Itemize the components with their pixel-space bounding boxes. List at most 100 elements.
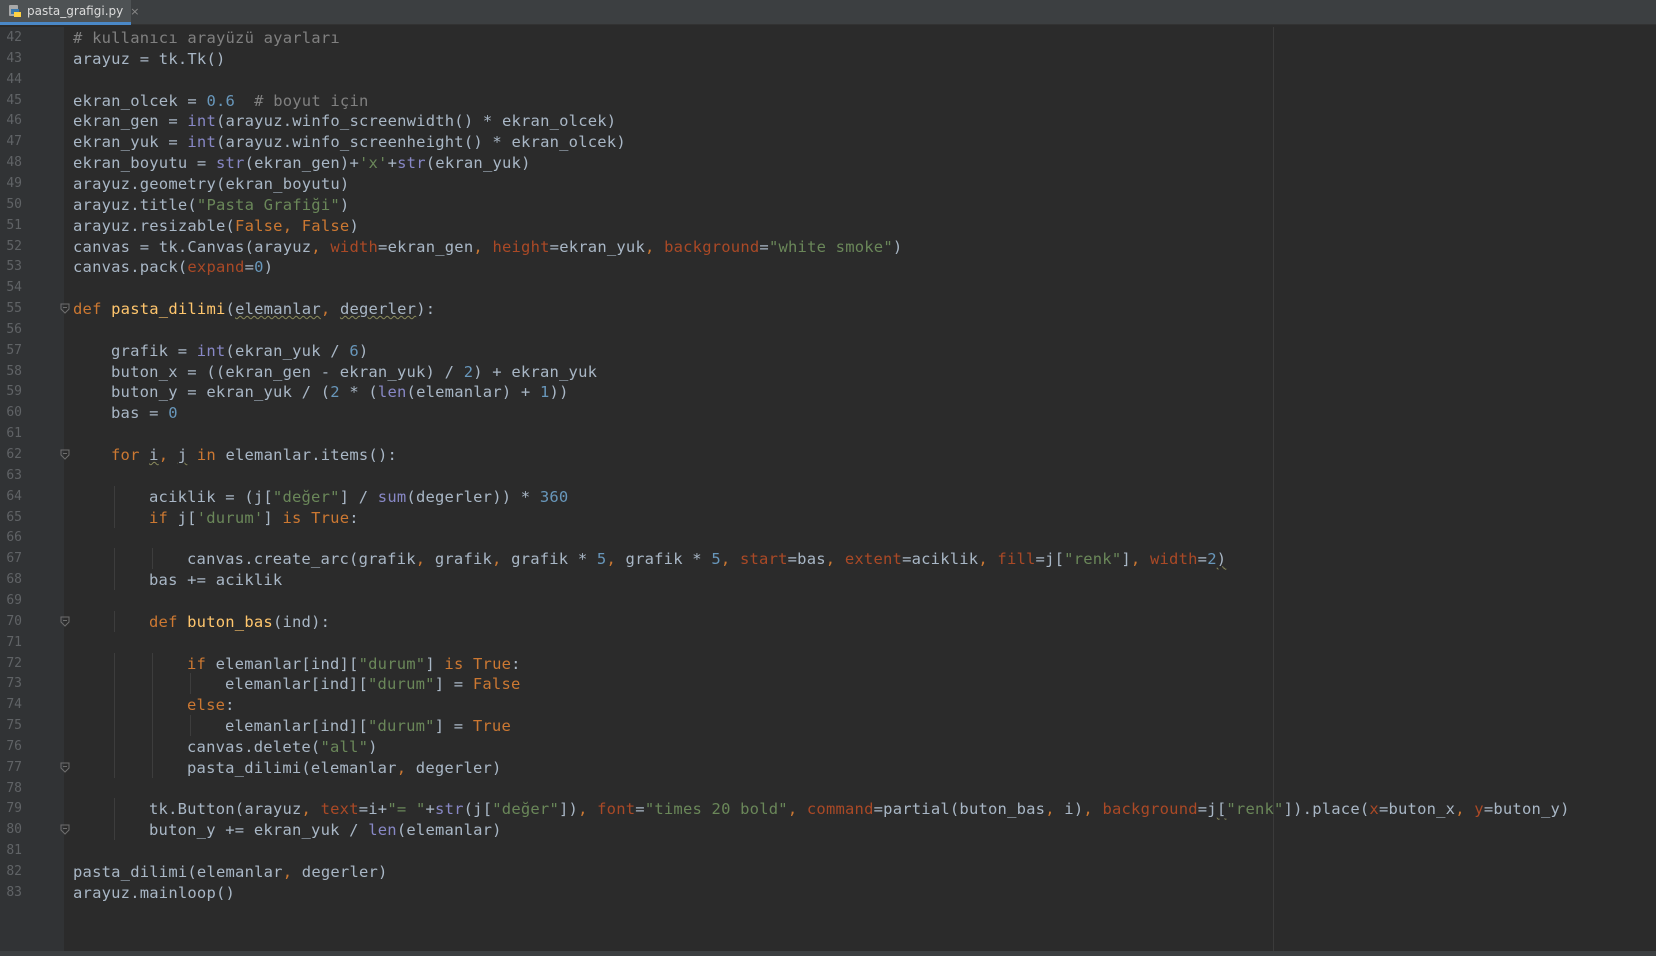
code-line[interactable]: 72 if elemanlar[ind]["durum"] is True: <box>0 652 1656 675</box>
code-token: 2 <box>330 383 340 402</box>
fold-marker-icon[interactable] <box>60 616 70 627</box>
line-number: 74 <box>6 697 22 713</box>
code-line[interactable]: 47 ekran_yuk = int(arayuz.winfo_screenhei… <box>0 131 1656 153</box>
fold-marker-icon[interactable] <box>60 762 70 773</box>
code-line[interactable]: 51 arayuz.resizable(False, False) <box>0 215 1656 237</box>
code-line[interactable]: 52 canvas = tk.Canvas(arayuz, width=ekran… <box>0 236 1656 258</box>
code-line[interactable]: 69 <box>0 590 1656 612</box>
code-line[interactable]: 56 <box>0 319 1656 341</box>
code-text: for i, j in elemanlar.items(): <box>111 444 397 466</box>
code-token: (elemanlar) + <box>406 383 540 402</box>
code-line[interactable]: 55 def pasta_dilimi(elemanlar, degerler): <box>0 298 1656 320</box>
code-line[interactable]: 77 pasta_dilimi(elemanlar, degerler) <box>0 756 1656 779</box>
code-editor[interactable]: 42 # kullanıcı arayüzü ayarları 43 arayuz =… <box>0 27 1656 951</box>
code-token: 2 <box>463 362 474 381</box>
code-line[interactable]: 43 arayuz = tk.Tk() <box>0 48 1656 70</box>
code-line[interactable]: 64 aciklik = (j["değer"] / sum(degerler))… <box>0 485 1656 508</box>
code-line[interactable]: 54 <box>0 277 1656 299</box>
code-token: x <box>1369 800 1379 819</box>
code-line[interactable]: 48 ekran_boyutu = str(ekran_gen)+'x'+str(… <box>0 152 1656 174</box>
indent-guide <box>152 652 153 674</box>
code-token: ) <box>892 237 903 256</box>
code-token: False, False <box>235 216 350 235</box>
code-line[interactable]: 46 ekran_gen = int(arayuz.winfo_screenwid… <box>0 110 1656 132</box>
close-tab-icon[interactable]: × <box>130 5 139 18</box>
line-number: 43 <box>6 50 22 66</box>
code-line[interactable]: 78 <box>0 778 1656 800</box>
code-line[interactable]: 66 <box>0 527 1656 549</box>
code-line[interactable]: 68 bas += aciklik <box>0 569 1656 591</box>
code-token: y <box>1474 800 1484 819</box>
code-line[interactable]: 62 for i, j in elemanlar.items(): <box>0 444 1656 466</box>
code-line[interactable]: 50 arayuz.title("Pasta Grafiği") <box>0 194 1656 216</box>
code-line[interactable]: 44 <box>0 69 1656 91</box>
line-number: 59 <box>6 384 22 400</box>
code-line[interactable]: 57 grafik = int(ekran_yuk / 6) <box>0 340 1656 362</box>
code-text: buton_y = ekran_yuk / (2 * (len(elemanla… <box>111 381 569 403</box>
code-token: int <box>187 133 216 152</box>
code-token: arayuz.resizable( <box>73 216 236 235</box>
code-token: background <box>664 237 760 256</box>
code-line[interactable]: 59 buton_y = ekran_yuk / (2 * (len(eleman… <box>0 381 1656 403</box>
line-number: 70 <box>6 613 22 629</box>
code-token: j <box>177 446 188 464</box>
code-line[interactable]: 61 <box>0 423 1656 445</box>
code-line[interactable]: 58 buton_x = ((ekran_gen - ekran_yuk) / 2… <box>0 361 1656 383</box>
file-tab[interactable]: pasta_grafigi.py × <box>0 0 139 25</box>
code-token: i) <box>1064 800 1084 819</box>
code-line[interactable]: 49 arayuz.geometry(ekran_boyutu) <box>0 173 1656 195</box>
code-line[interactable]: 83 arayuz.mainloop() <box>0 882 1656 904</box>
code-token: grafik = <box>111 341 197 360</box>
code-line[interactable]: 82 pasta_dilimi(elemanlar, degerler) <box>0 861 1656 883</box>
code-token: 0.6 <box>206 91 236 110</box>
indent-guide <box>152 694 153 716</box>
code-text: ekran_yuk = int(arayuz.winfo_screenheigh… <box>73 131 626 153</box>
fold-marker-icon[interactable] <box>60 824 70 836</box>
fold-marker-icon[interactable] <box>60 303 70 314</box>
code-line[interactable]: 76 canvas.delete("all") <box>0 735 1656 758</box>
code-line[interactable]: 53 canvas.pack(expand=0) <box>0 256 1656 278</box>
code-token: , <box>396 758 416 777</box>
code-line[interactable]: 42 # kullanıcı arayüzü ayarları <box>0 27 1656 49</box>
code-text: else: <box>187 694 235 716</box>
line-number: 76 <box>6 738 22 754</box>
code-token: grafik <box>434 550 493 569</box>
code-token: ] <box>1121 550 1131 569</box>
code-line[interactable]: 74 else: <box>0 694 1656 716</box>
code-line[interactable]: 71 <box>0 632 1656 654</box>
code-token: False <box>472 675 521 694</box>
code-token: expand <box>187 258 245 277</box>
indent-guide <box>114 756 115 778</box>
code-token: if <box>149 508 178 527</box>
code-token: # kullanıcı arayüzü ayarları <box>73 29 340 47</box>
fold-marker-icon[interactable] <box>60 449 70 460</box>
indent-guide <box>114 798 115 820</box>
code-text: bas = 0 <box>111 402 178 424</box>
code-token: 6 <box>349 341 359 360</box>
code-line[interactable]: 73 elemanlar[ind]["durum"] = False <box>0 673 1656 695</box>
code-line[interactable]: 67 canvas.create_arc(grafik, grafik, graf… <box>0 548 1656 570</box>
horizontal-scrollbar[interactable] <box>0 951 1656 956</box>
code-token: , <box>825 550 845 569</box>
code-token: canvas = tk.Canvas(arayuz <box>73 237 312 256</box>
code-token: (ekran_yuk) <box>425 154 531 173</box>
code-token: arayuz.title( <box>73 195 197 214</box>
code-line[interactable]: 80 buton_y += ekran_yuk / len(elemanlar) <box>0 819 1656 841</box>
code-text: if j['durum'] is True: <box>149 507 359 529</box>
code-line[interactable]: 75 elemanlar[ind]["durum"] = True <box>0 715 1656 737</box>
line-number: 47 <box>6 134 22 150</box>
code-line[interactable]: 79 tk.Button(arayuz, text=i+"= "+str(j["d… <box>0 798 1656 820</box>
code-token: # boyut için <box>254 91 369 110</box>
code-line[interactable]: 63 <box>0 465 1656 487</box>
code-line[interactable]: 45 ekran_olcek = 0.6 # boyut için <box>0 90 1656 112</box>
code-line[interactable]: 81 <box>0 840 1656 862</box>
code-token: =bas <box>787 550 826 569</box>
code-token: len <box>368 821 397 840</box>
code-line[interactable]: 70 def buton_bas(ind): <box>0 610 1656 633</box>
code-line[interactable]: 65 if j['durum'] is True: <box>0 506 1656 529</box>
code-line[interactable]: 60 bas = 0 <box>0 402 1656 424</box>
code-token: def <box>73 300 112 319</box>
code-token: canvas.create_arc(grafik <box>187 550 416 569</box>
code-token: , <box>282 863 302 881</box>
line-number: 57 <box>6 342 22 358</box>
